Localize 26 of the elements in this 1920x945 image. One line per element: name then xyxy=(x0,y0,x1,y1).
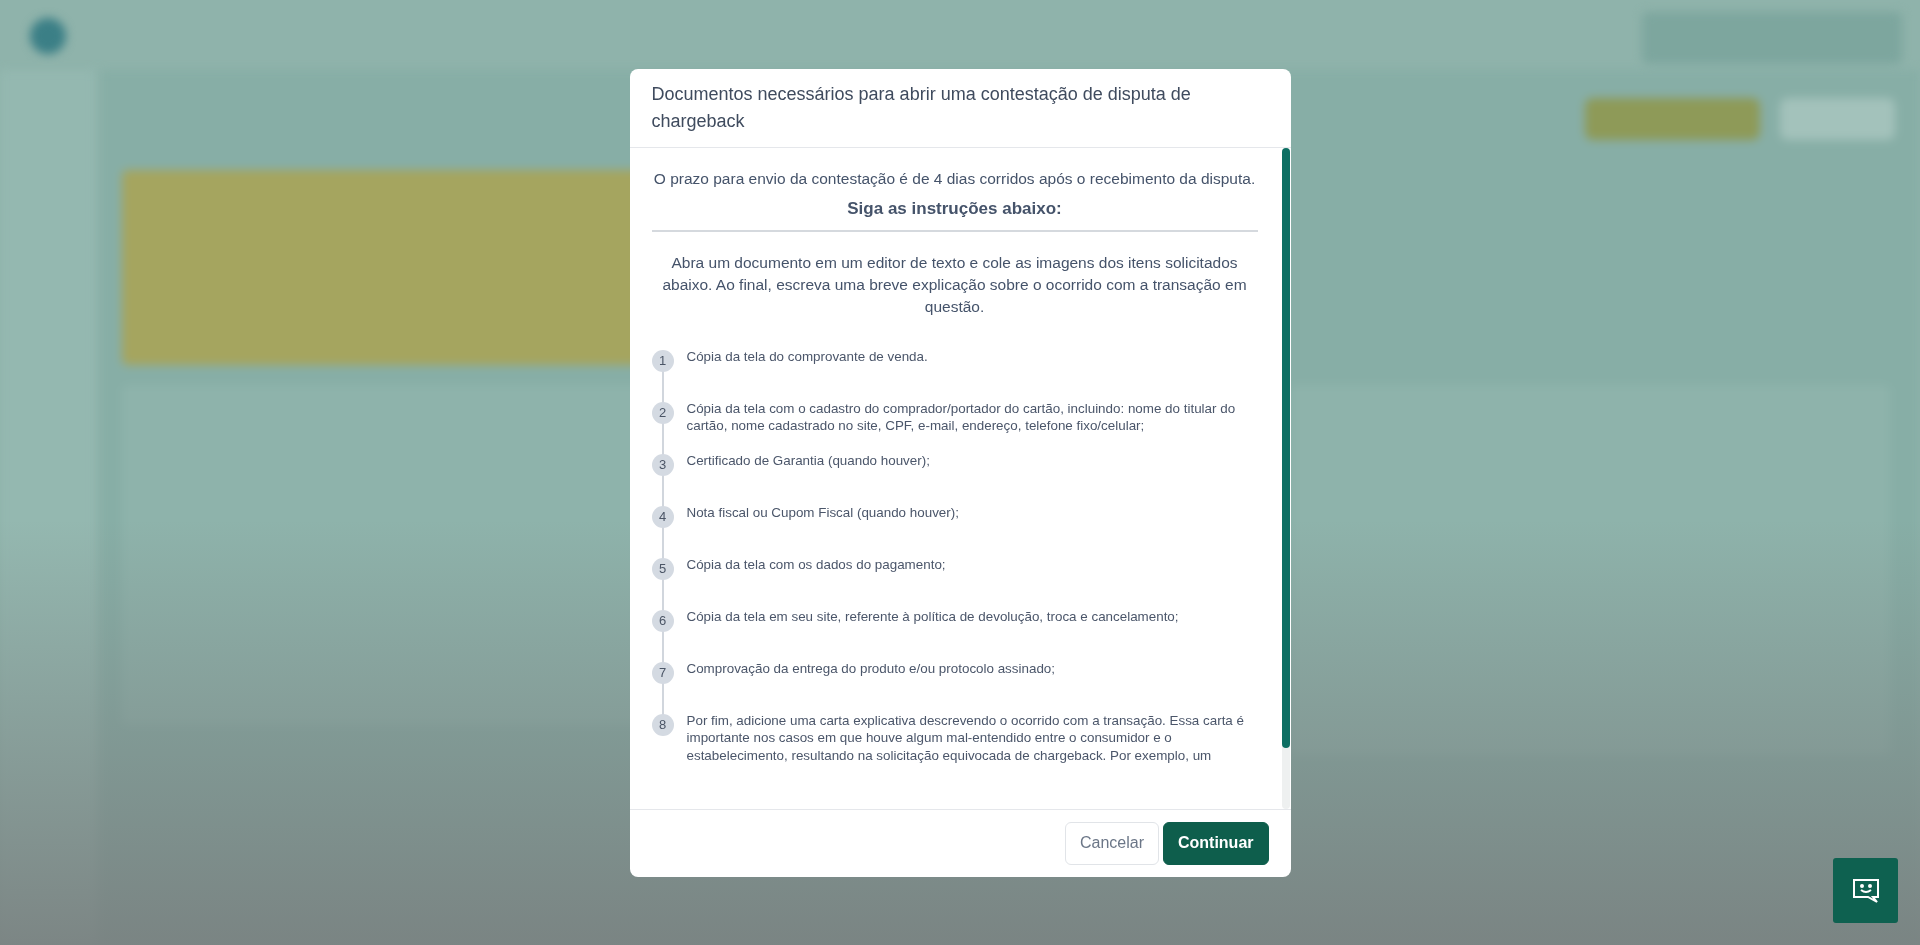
instructions-text: Abra um documento em um editor de texto e cole as imagens dos itens solicitados abaixo. Ao final, escreva uma breve explicação sobre o ocorrido com a transação em questão. xyxy=(661,252,1248,317)
blurred-logo xyxy=(30,18,66,54)
step-text: Cópia da tela com o cadastro do comprador/portador do cartão, incluindo: nome do titular do cartão, nome cadastrado no site, CPF, e-mail, endereço, telefone fixo/celular; xyxy=(686,399,1237,435)
instructions-heading: Siga as instruções abaixo: xyxy=(846,197,1063,220)
step-number: 7 xyxy=(651,661,674,684)
step-number: 5 xyxy=(651,557,674,580)
step-number: 1 xyxy=(651,349,674,372)
step-number: 6 xyxy=(651,609,674,632)
step-number: 3 xyxy=(651,453,674,476)
step-number: 8 xyxy=(651,713,674,736)
cancel-button[interactable]: Cancelar xyxy=(1064,821,1159,865)
step-text: Nota fiscal ou Cupom Fiscal (quando houver); xyxy=(686,503,959,522)
step-text: Cópia da tela com os dados do pagamento; xyxy=(686,555,946,574)
scrollbar[interactable] xyxy=(1281,147,1290,809)
step-text: Comprovação da entrega do produto e/ou protocolo assinado; xyxy=(686,659,1055,678)
modal-title: Documentos necessários para abrir uma contestação de disputa de chargeback xyxy=(651,83,1191,131)
continue-button[interactable]: Continuar xyxy=(1162,821,1269,865)
chat-button[interactable] xyxy=(1833,858,1898,923)
step-text: Cópia da tela em seu site, referente à política de devolução, troca e cancelamento; xyxy=(686,607,1179,626)
step-number: 4 xyxy=(651,505,674,528)
smiley-chat-icon xyxy=(1851,877,1880,904)
step-number: 2 xyxy=(651,401,674,424)
step-text: Certificado de Garantia (quando houver); xyxy=(686,451,930,470)
step-text: Por fim, adicione uma carta explicativa descrevendo o ocorrido com a transação. Essa carta é importante nos casos em que houve algum mal-entendido entre o consumidor e o estabelecimento, resultando na solicitação equivocada de chargeback. Por exemplo, um xyxy=(686,711,1245,764)
step-text: Cópia da tela do comprovante de venda. xyxy=(686,347,928,366)
deadline-text: O prazo para envio da contestação é de 4 dias corridos após o recebimento da disputa. xyxy=(652,168,1257,189)
